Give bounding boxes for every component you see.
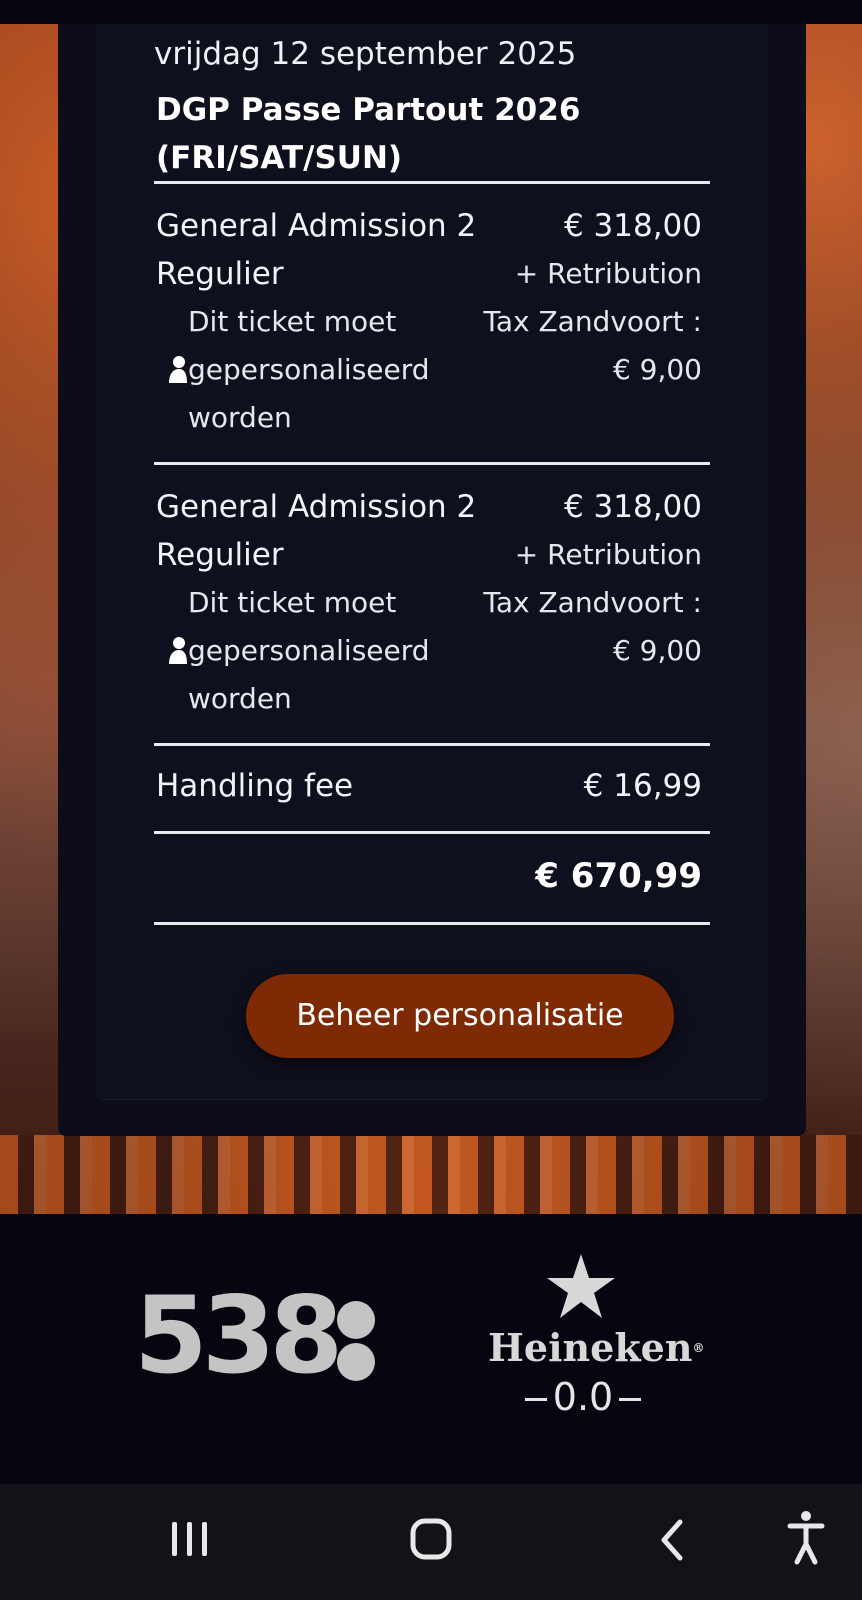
recent-apps-icon bbox=[172, 1522, 207, 1556]
person-icon bbox=[169, 356, 187, 383]
status-strip bbox=[0, 0, 862, 24]
ticket-tax-note: + Retribution Tax Zandvoort : € 9,00 bbox=[483, 538, 702, 667]
manage-personalization-button[interactable]: Beheer personalisatie bbox=[246, 974, 674, 1058]
handling-fee-value: € 16,99 bbox=[583, 768, 702, 804]
event-title: DGP Passe Partout 2026 (FRI/SAT/SUN) bbox=[156, 92, 581, 176]
heineken-wordmark: Heineken® bbox=[488, 1326, 704, 1370]
person-icon bbox=[169, 637, 187, 664]
order-date: vrijdag 12 september 2025 bbox=[154, 36, 577, 72]
registered-mark: ® bbox=[692, 1341, 705, 1355]
total-row: € 670,99 bbox=[154, 852, 710, 900]
home-button[interactable] bbox=[391, 1504, 471, 1576]
star-icon bbox=[547, 1254, 615, 1318]
dash-decoration bbox=[619, 1398, 642, 1401]
ticket-tax-note: + Retribution Tax Zandvoort : € 9,00 bbox=[483, 257, 702, 386]
home-icon bbox=[410, 1518, 452, 1560]
divider bbox=[154, 831, 710, 834]
dash-decoration bbox=[524, 1398, 547, 1401]
heineken-logo: Heineken® 0.0 bbox=[488, 1254, 704, 1426]
ticket-price: € 318,00 bbox=[563, 208, 702, 244]
accessibility-button[interactable] bbox=[766, 1504, 846, 1576]
handling-fee-row: Handling fee € 16,99 bbox=[154, 762, 710, 810]
order-total: € 670,99 bbox=[535, 856, 702, 896]
ticket-line-item: General Admission 2 Regulier € 318,00 + … bbox=[154, 202, 710, 452]
ticket-name: General Admission 2 Regulier bbox=[156, 489, 477, 573]
handling-fee-label: Handling fee bbox=[156, 768, 354, 804]
divider bbox=[154, 922, 710, 925]
divider bbox=[154, 462, 710, 465]
back-icon bbox=[661, 1519, 683, 1561]
heineken-zero-variant: 0.0 bbox=[488, 1372, 678, 1422]
heineken-variant-text: 0.0 bbox=[552, 1375, 614, 1419]
radio-538-dots-icon bbox=[337, 1301, 375, 1381]
ticket-line-item: General Admission 2 Regulier € 318,00 + … bbox=[154, 483, 710, 733]
divider bbox=[154, 181, 710, 184]
recent-apps-button[interactable] bbox=[150, 1504, 230, 1576]
ticket-price: € 318,00 bbox=[563, 489, 702, 525]
heineken-name-text: Heineken bbox=[488, 1325, 693, 1370]
ticket-name: General Admission 2 Regulier bbox=[156, 208, 477, 292]
radio-538-logo-text: 538 bbox=[134, 1274, 343, 1397]
personalization-note: Dit ticket moet gepersonaliseerd worden bbox=[188, 586, 430, 715]
accessibility-icon bbox=[787, 1511, 825, 1565]
sponsor-footer: 538 Heineken® 0.0 bbox=[0, 1214, 862, 1484]
personalization-note: Dit ticket moet gepersonaliseerd worden bbox=[188, 305, 430, 434]
system-navigation-bar bbox=[0, 1484, 862, 1600]
back-button[interactable] bbox=[632, 1504, 712, 1576]
divider bbox=[154, 743, 710, 746]
radio-538-logo: 538 bbox=[134, 1274, 384, 1397]
background-crowd bbox=[0, 1135, 862, 1214]
